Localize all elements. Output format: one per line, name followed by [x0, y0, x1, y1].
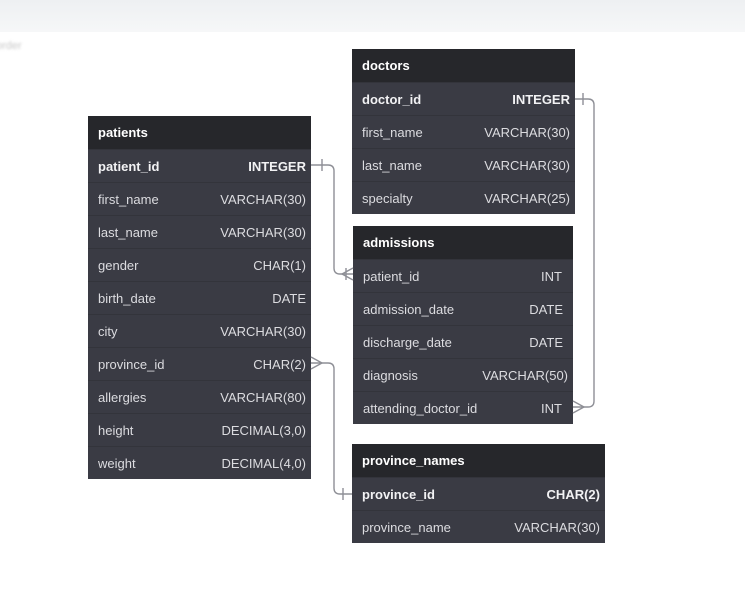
column-type: VARCHAR(30): [484, 125, 570, 140]
column-name: specialty: [362, 191, 413, 206]
table-row[interactable]: province_id CHAR(2): [352, 477, 605, 510]
table-row[interactable]: last_name VARCHAR(30): [88, 215, 311, 248]
column-name: attending_doctor_id: [363, 401, 478, 416]
column-name: province_id: [362, 487, 435, 502]
table-row[interactable]: gender CHAR(1): [88, 248, 311, 281]
column-type: VARCHAR(30): [514, 520, 600, 535]
column-type: DATE: [529, 302, 563, 317]
table-row[interactable]: birth_date DATE: [88, 281, 311, 314]
table-row[interactable]: discharge_date DATE: [353, 325, 573, 358]
table-row[interactable]: diagnosis VARCHAR(50): [353, 358, 573, 391]
column-type: VARCHAR(30): [220, 192, 306, 207]
relationship-patients-admissions: [311, 164, 353, 275]
table-row[interactable]: province_name VARCHAR(30): [352, 510, 605, 543]
table-row[interactable]: province_id CHAR(2): [88, 347, 311, 380]
column-type: DATE: [529, 335, 563, 350]
table-row[interactable]: allergies VARCHAR(80): [88, 380, 311, 413]
column-type: INTEGER: [248, 159, 306, 174]
table-title: doctors: [352, 49, 575, 82]
table-admissions[interactable]: admissions patient_id INT admission_date D…: [353, 226, 573, 424]
column-type: VARCHAR(25): [484, 191, 570, 206]
column-name: discharge_date: [363, 335, 452, 350]
table-row[interactable]: height DECIMAL(3,0): [88, 413, 311, 446]
table-row[interactable]: first_name VARCHAR(30): [352, 115, 575, 148]
table-row[interactable]: attending_doctor_id INT: [353, 391, 573, 424]
column-name: first_name: [362, 125, 423, 140]
column-type: VARCHAR(50): [482, 368, 568, 383]
table-row[interactable]: patient_id INTEGER: [88, 149, 311, 182]
table-title: patients: [88, 116, 311, 149]
relationship-province-patients: [311, 362, 352, 495]
column-name: last_name: [98, 225, 158, 240]
column-type: DECIMAL(3,0): [221, 423, 306, 438]
column-name: gender: [98, 258, 139, 273]
column-type: INT: [541, 401, 562, 416]
table-row[interactable]: first_name VARCHAR(30): [88, 182, 311, 215]
table-province-names[interactable]: province_names province_id CHAR(2) provin…: [352, 444, 605, 543]
column-name: birth_date: [98, 291, 156, 306]
column-name: allergies: [98, 390, 147, 405]
column-type: CHAR(1): [253, 258, 306, 273]
table-row[interactable]: patient_id INT: [353, 259, 573, 292]
column-name: doctor_id: [362, 92, 422, 107]
column-type: VARCHAR(30): [220, 324, 306, 339]
column-name: first_name: [98, 192, 159, 207]
table-title: province_names: [352, 444, 605, 477]
column-name: height: [98, 423, 134, 438]
column-type: CHAR(2): [546, 487, 600, 502]
column-name: city: [98, 324, 118, 339]
column-name: patient_id: [363, 269, 420, 284]
table-row[interactable]: last_name VARCHAR(30): [352, 148, 575, 181]
column-type: DECIMAL(4,0): [221, 456, 306, 471]
column-type: VARCHAR(30): [220, 225, 306, 240]
table-row[interactable]: doctor_id INTEGER: [352, 82, 575, 115]
column-type: CHAR(2): [253, 357, 306, 372]
table-patients[interactable]: patients patient_id INTEGER first_name VAR…: [88, 116, 311, 479]
many-marker: [340, 267, 354, 281]
table-doctors[interactable]: doctors doctor_id INTEGER first_name VARCH…: [352, 49, 575, 214]
column-type: VARCHAR(30): [484, 158, 570, 173]
column-name: last_name: [362, 158, 422, 173]
column-type: INTEGER: [512, 92, 570, 107]
many-marker: [310, 356, 324, 370]
many-marker: [572, 400, 586, 414]
column-name: province_id: [98, 357, 165, 372]
er-diagram-canvas[interactable]: patients patient_id INTEGER first_name VAR…: [0, 0, 745, 595]
column-name: diagnosis: [363, 368, 418, 383]
relationship-doctors-admissions: [573, 98, 595, 408]
column-name: province_name: [362, 520, 451, 535]
table-row[interactable]: weight DECIMAL(4,0): [88, 446, 311, 479]
column-name: weight: [98, 456, 136, 471]
column-type: INT: [541, 269, 562, 284]
table-title: admissions: [353, 226, 573, 259]
table-row[interactable]: city VARCHAR(30): [88, 314, 311, 347]
column-name: admission_date: [363, 302, 455, 317]
table-row[interactable]: specialty VARCHAR(25): [352, 181, 575, 214]
column-name: patient_id: [98, 159, 160, 174]
column-type: VARCHAR(80): [220, 390, 306, 405]
table-row[interactable]: admission_date DATE: [353, 292, 573, 325]
column-type: DATE: [272, 291, 306, 306]
